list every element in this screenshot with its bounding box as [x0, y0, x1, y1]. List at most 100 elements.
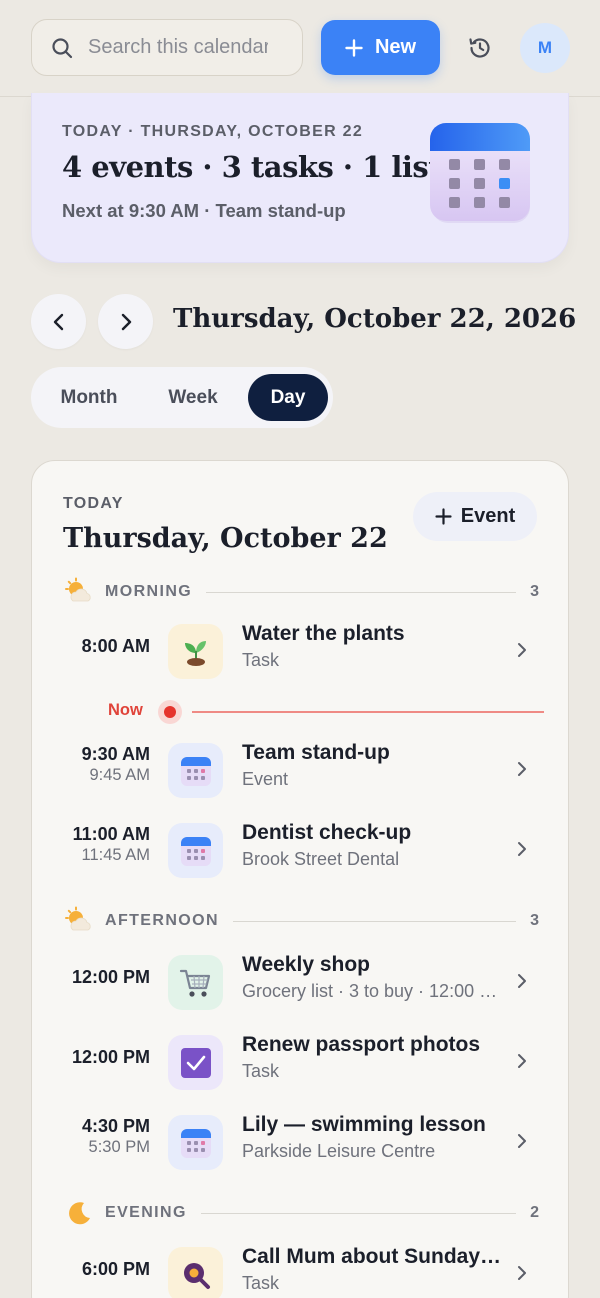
current-date-title: Thursday, October 22, 2026 — [173, 304, 577, 334]
summary-headline: 4 events · 3 tasks · 1 list — [62, 150, 442, 184]
history-button[interactable] — [458, 26, 502, 70]
item-title: Team stand-up — [242, 741, 390, 764]
item-time: 6:00 PM — [82, 1258, 150, 1280]
item-start-time: 4:30 PM — [81, 1116, 150, 1136]
section-evening: EVENING 2 — [63, 1198, 539, 1228]
seedling-icon — [168, 624, 223, 679]
now-dot — [158, 700, 182, 724]
avatar-initial: M — [537, 38, 553, 57]
item-subtitle: Task — [242, 650, 280, 670]
item-start-time: 9:30 AM — [81, 744, 150, 764]
item-end-time: 9:45 AM — [89, 766, 150, 784]
section-count: 2 — [530, 1204, 539, 1221]
chevron-right-icon — [518, 762, 526, 776]
day-agenda-card: TODAY Thursday, October 22 Event MORNING… — [31, 460, 569, 1298]
calendar-illustration-icon — [430, 123, 532, 232]
section-afternoon: AFTERNOON 3 — [63, 906, 539, 936]
item-time: 9:30 AM 9:45 AM — [82, 743, 150, 785]
item-start-time: 11:00 AM — [72, 824, 150, 844]
plus-icon — [435, 508, 452, 525]
item-subtitle: Task — [242, 1273, 280, 1293]
search-icon — [52, 37, 73, 58]
calendar-icon — [168, 743, 223, 798]
add-event-button[interactable]: Event — [413, 492, 537, 541]
today-summary-card: TODAY · THURSDAY, OCTOBER 22 4 events · … — [31, 93, 569, 263]
summary-eyebrow: TODAY · THURSDAY, OCTOBER 22 — [62, 123, 364, 140]
now-line — [192, 711, 544, 713]
calendar-icon — [168, 823, 223, 878]
chevron-right-icon — [518, 1266, 526, 1280]
agenda-item-water-plants[interactable]: 8:00 AM Water the plants Task — [32, 618, 568, 688]
item-time: 8:00 AM — [82, 635, 150, 657]
section-label: EVENING — [105, 1204, 187, 1221]
sun-behind-cloud-icon — [65, 577, 91, 602]
plus-icon — [345, 38, 363, 57]
agenda-item-passport-photos[interactable]: 12:00 PM Renew passport photos Task — [32, 1029, 568, 1099]
item-time: 12:00 PM — [72, 1046, 150, 1068]
section-label: AFTERNOON — [105, 912, 219, 929]
now-indicator: Now — [32, 697, 568, 727]
agenda-item-team-standup[interactable]: 9:30 AM 9:45 AM Team stand-up Event — [32, 737, 568, 807]
search-input[interactable] — [88, 36, 268, 59]
chevron-right-icon — [121, 313, 131, 330]
agenda-item-call-mum[interactable]: 6:00 PM Call Mum about Sunday lunch Task — [32, 1241, 568, 1298]
item-title: Call Mum about Sunday lunch — [242, 1245, 504, 1268]
section-divider — [200, 1212, 517, 1214]
agenda-item-swimming-lesson[interactable]: 4:30 PM 5:30 PM Lily — swimming lesson Par… — [32, 1109, 568, 1179]
chevron-right-icon — [518, 1134, 526, 1148]
top-bar: New M — [0, 0, 600, 97]
item-end-time: 11:45 AM — [81, 846, 151, 864]
section-divider — [206, 591, 517, 593]
item-title: Dentist check-up — [242, 821, 412, 844]
now-label: Now — [108, 701, 143, 719]
add-event-label: Event — [460, 505, 516, 527]
new-button[interactable]: New — [321, 20, 440, 75]
day-eyebrow: TODAY — [63, 495, 124, 512]
summary-next-up: Next at 9:30 AM · Team stand-up — [62, 200, 346, 221]
chevron-right-icon — [518, 842, 526, 856]
item-time: 11:00 AM 11:45 AM — [73, 823, 150, 865]
item-title: Weekly shop — [242, 953, 370, 976]
item-title: Lily — swimming lesson — [242, 1113, 486, 1136]
section-label: MORNING — [105, 583, 193, 600]
section-morning: MORNING 3 — [63, 577, 539, 607]
previous-day-button[interactable] — [31, 294, 86, 349]
item-time: 12:00 PM — [72, 966, 150, 988]
item-start-time: 12:00 PM — [71, 1047, 150, 1067]
agenda-item-dentist[interactable]: 11:00 AM 11:45 AM Dentist check-up Brook S… — [32, 817, 568, 887]
item-start-time: 6:00 PM — [81, 1259, 150, 1279]
item-end-time: 5:30 PM — [88, 1138, 150, 1156]
history-icon — [469, 38, 490, 58]
day-title: Thursday, October 22 — [63, 523, 388, 554]
item-title: Renew passport photos — [242, 1033, 481, 1056]
chevron-left-icon — [53, 313, 63, 330]
search-box[interactable] — [31, 19, 303, 76]
section-divider — [232, 920, 517, 922]
item-subtitle: Event — [242, 769, 289, 789]
tab-month[interactable]: Month — [39, 374, 139, 421]
chevron-right-icon — [518, 1054, 526, 1068]
view-switcher: Month Week Day — [31, 367, 333, 428]
tab-week[interactable]: Week — [143, 374, 243, 421]
item-start-time: 12:00 PM — [71, 967, 150, 987]
calendar-icon — [168, 1115, 223, 1170]
item-subtitle: Grocery list · 3 to buy · 12:00 PM — [242, 981, 504, 1001]
tab-day[interactable]: Day — [248, 374, 328, 421]
shopping-cart-icon — [168, 955, 223, 1010]
chevron-right-icon — [518, 643, 526, 657]
item-time: 4:30 PM 5:30 PM — [82, 1115, 150, 1157]
section-count: 3 — [530, 912, 539, 929]
item-subtitle: Brook Street Dental — [242, 849, 400, 869]
item-subtitle: Task — [242, 1061, 280, 1081]
next-day-button[interactable] — [98, 294, 153, 349]
item-start-time: 8:00 AM — [81, 636, 150, 656]
avatar[interactable]: M — [520, 23, 570, 73]
agenda-item-weekly-shop[interactable]: 12:00 PM Weekly shop Grocery list · 3 to … — [32, 949, 568, 1019]
checkbox-icon — [168, 1035, 223, 1090]
item-subtitle: Parkside Leisure Centre — [242, 1141, 436, 1161]
crescent-moon-icon — [69, 1202, 90, 1225]
item-title: Water the plants — [242, 622, 405, 645]
sun-behind-cloud-icon — [65, 906, 91, 931]
section-count: 3 — [530, 583, 539, 600]
new-button-label: New — [374, 36, 417, 58]
